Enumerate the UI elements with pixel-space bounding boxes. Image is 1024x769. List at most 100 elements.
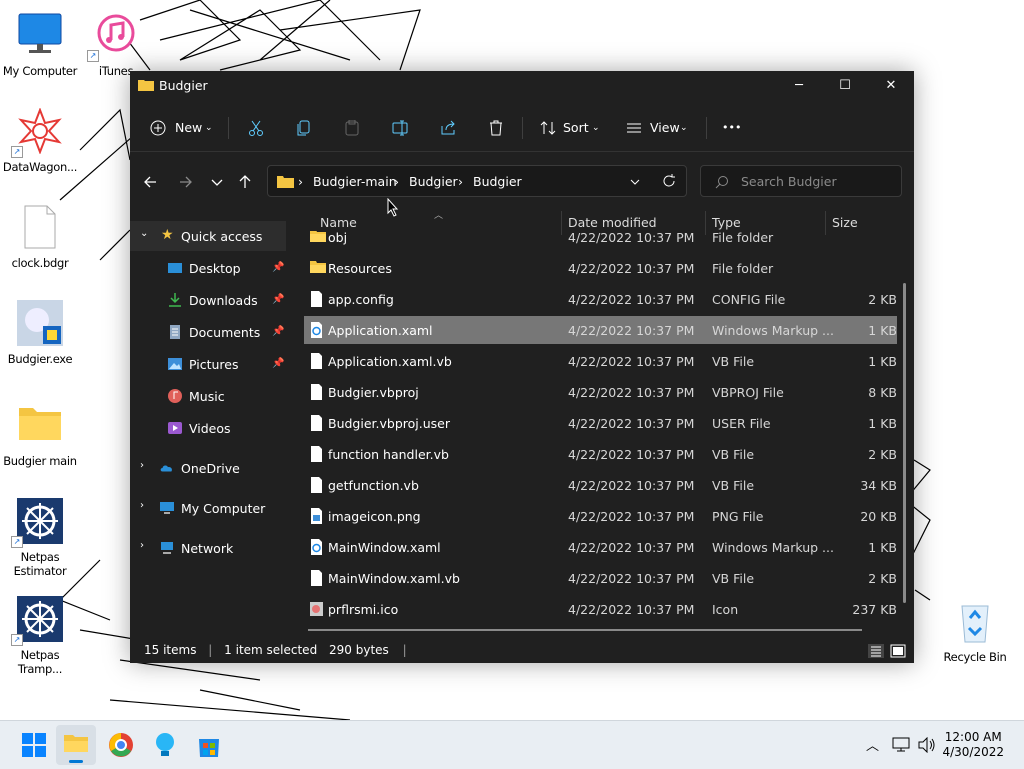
- file-row[interactable]: Budgier.vbproj.user 4/22/2022 10:37 PM USE…: [304, 409, 897, 437]
- new-button[interactable]: New ⌄: [150, 116, 216, 140]
- desktop-icon-budgier-exe[interactable]: Budgier.exe: [0, 300, 80, 366]
- file-file-icon: [310, 353, 323, 369]
- tips-lightbulb-icon[interactable]: [151, 731, 179, 759]
- address-bar[interactable]: › Budgier-main › Budgier › Budgier: [267, 165, 687, 197]
- desktop-icon-recycle-bin[interactable]: Recycle Bin: [935, 598, 1015, 664]
- clock-time: 12:00 AM: [944, 730, 1002, 744]
- cut-button[interactable]: [248, 116, 264, 140]
- file-file-icon: [310, 415, 323, 431]
- chevron-down-icon[interactable]: [630, 178, 640, 186]
- file-type: Icon: [712, 602, 739, 617]
- file-size: 20 KB: [860, 509, 897, 524]
- view-button[interactable]: View ⌄: [626, 116, 692, 140]
- xaml-file-icon: [310, 322, 323, 338]
- file-row[interactable]: Application.xaml 4/22/2022 10:37 PM Window…: [304, 316, 897, 344]
- status-bar: 15 items | 1 item selected 290 bytes |: [144, 643, 407, 657]
- chevron-down-icon: ⌄: [592, 123, 600, 133]
- system-clock[interactable]: 12:00 AM 4/30/2022: [942, 730, 1004, 760]
- file-date: 4/22/2022 10:37 PM: [568, 602, 695, 617]
- file-row[interactable]: prflrsmi.ico 4/22/2022 10:37 PM Icon 237 KB: [304, 595, 897, 623]
- delete-button[interactable]: [488, 116, 504, 140]
- share-button[interactable]: [440, 116, 456, 140]
- file-type: CONFIG File: [712, 292, 786, 307]
- sort-button[interactable]: Sort ⌄: [540, 116, 602, 140]
- file-row[interactable]: imageicon.png 4/22/2022 10:37 PM PNG File 2…: [304, 502, 897, 530]
- more-options-button[interactable]: •••: [722, 116, 742, 140]
- desktop-icon-clock-bdgr[interactable]: clock.bdgr: [0, 204, 80, 270]
- file-row[interactable]: MainWindow.xaml 4/22/2022 10:37 PM Windows…: [304, 533, 897, 561]
- file-row[interactable]: Resources 4/22/2022 10:37 PM File folder: [304, 254, 897, 282]
- toolbar-divider: [706, 117, 707, 139]
- desktop-icon-budgier-main[interactable]: Budgier main: [0, 402, 80, 468]
- file-row[interactable]: Application.xaml.vb 4/22/2022 10:37 PM VB …: [304, 347, 897, 375]
- horizontal-scrollbar[interactable]: [308, 629, 862, 631]
- vertical-scrollbar[interactable]: [903, 283, 906, 603]
- recent-locations-chevron-icon[interactable]: [206, 172, 228, 192]
- status-item-count: 15 items: [144, 643, 197, 657]
- file-name: imageicon.png: [328, 509, 421, 524]
- file-name: MainWindow.xaml: [328, 540, 441, 555]
- desktop-icon-my-computer[interactable]: My Computer: [0, 12, 80, 78]
- ico-file-icon: [310, 601, 323, 617]
- breadcrumb-budgier-main[interactable]: Budgier-main: [313, 174, 397, 189]
- desktop-icon-datawagon[interactable]: ↗ DataWagon...: [0, 107, 80, 174]
- back-arrow-icon[interactable]: [140, 172, 162, 192]
- breadcrumb-separator: ›: [298, 174, 303, 189]
- plus-circle-icon: [150, 120, 166, 136]
- title-bar[interactable]: Budgier ─ ☐ ✕: [130, 71, 914, 101]
- file-name: Budgier.vbproj: [328, 385, 419, 400]
- shortcut-arrow-icon: ↗: [11, 634, 23, 646]
- refresh-icon[interactable]: [662, 174, 676, 188]
- rename-button[interactable]: [392, 116, 408, 140]
- search-box[interactable]: Search Budgier: [700, 165, 902, 197]
- maximize-button[interactable]: ☐: [822, 71, 868, 101]
- breadcrumb-budgier[interactable]: Budgier: [409, 174, 458, 189]
- file-size: 1 KB: [868, 540, 897, 555]
- show-hidden-icons-chevron-icon[interactable]: ︿: [866, 735, 879, 754]
- copy-button[interactable]: [296, 116, 312, 140]
- file-row[interactable]: app.config 4/22/2022 10:37 PM CONFIG File 2…: [304, 285, 897, 313]
- details-view-icon[interactable]: [868, 644, 884, 658]
- breadcrumb-budgier-current[interactable]: Budgier: [473, 174, 522, 189]
- file-row[interactable]: obj 4/22/2022 10:37 PM File folder: [304, 231, 897, 251]
- windows-start-icon[interactable]: [20, 731, 48, 759]
- file-name: Application.xaml: [328, 323, 433, 338]
- folder-icon: [310, 260, 326, 276]
- file-row[interactable]: MainWindow.xaml.vb 4/22/2022 10:37 PM VB F…: [304, 564, 897, 592]
- microsoft-store-icon[interactable]: [195, 731, 223, 759]
- file-date: 4/22/2022 10:37 PM: [568, 540, 695, 555]
- volume-icon[interactable]: [918, 737, 936, 753]
- file-row[interactable]: getfunction.vb 4/22/2022 10:37 PM VB File 3…: [304, 471, 897, 499]
- file-type: VB File: [712, 447, 755, 462]
- file-icon: [17, 204, 63, 250]
- itunes-icon: ↗: [87, 12, 139, 62]
- datawagon-icon: ↗: [11, 107, 63, 158]
- toolbar-divider: [522, 117, 523, 139]
- minimize-button[interactable]: ─: [776, 71, 822, 101]
- file-size: 1 KB: [868, 354, 897, 369]
- file-row[interactable]: Budgier.vbproj 4/22/2022 10:37 PM VBPROJ F…: [304, 378, 897, 406]
- file-name: Application.xaml.vb: [328, 354, 452, 369]
- file-row[interactable]: function handler.vb 4/22/2022 10:37 PM VB …: [304, 440, 897, 468]
- file-name: Budgier.vbproj.user: [328, 416, 450, 431]
- netpas-icon: ↗: [11, 498, 63, 548]
- desktop-icon-netpas-tramp[interactable]: ↗ Netpas Tramp...: [0, 596, 80, 676]
- desktop-icon-itunes[interactable]: ↗ iTunes: [76, 12, 156, 78]
- network-icon[interactable]: [892, 737, 910, 753]
- status-divider: |: [208, 643, 213, 657]
- close-button[interactable]: ✕: [868, 71, 914, 101]
- command-bar: New ⌄ Sort ⌄ View ⌄ •••: [130, 105, 914, 152]
- folder-icon: [277, 176, 294, 188]
- file-date: 4/22/2022 10:37 PM: [568, 447, 695, 462]
- taskbar-file-explorer-button[interactable]: [56, 725, 96, 765]
- chrome-icon[interactable]: [107, 731, 135, 759]
- forward-arrow-icon[interactable]: [175, 172, 197, 192]
- copy-icon: [297, 120, 310, 136]
- mouse-cursor-icon: [387, 198, 399, 217]
- large-icons-view-icon[interactable]: [890, 644, 906, 658]
- file-size: 34 KB: [860, 478, 897, 493]
- toolbar-divider: [228, 117, 229, 139]
- paste-button[interactable]: [344, 116, 360, 140]
- desktop-icon-netpas-estimator[interactable]: ↗ Netpas Estimator: [0, 498, 80, 578]
- up-arrow-icon[interactable]: [234, 172, 256, 192]
